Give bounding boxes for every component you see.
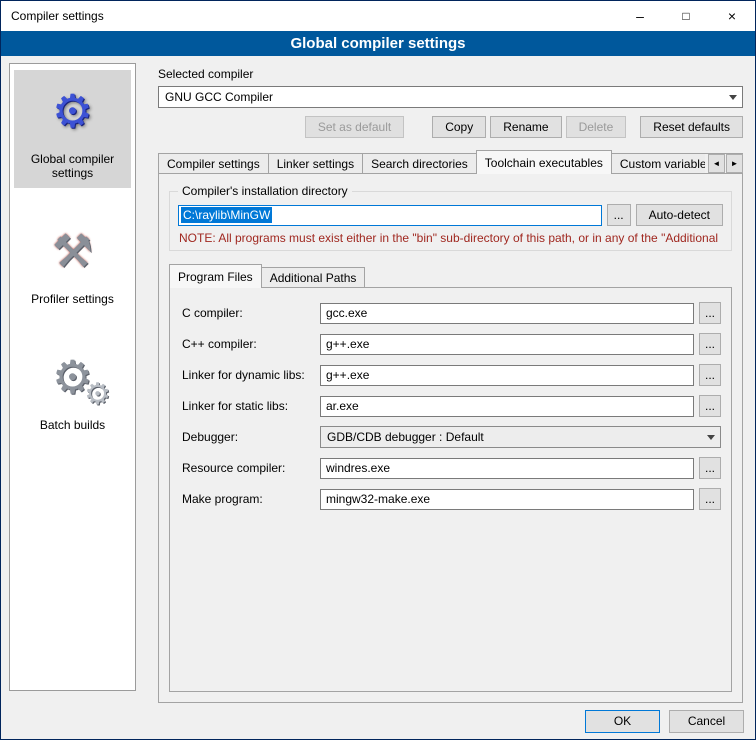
selected-compiler-label: Selected compiler [158, 67, 743, 81]
sidebar-item-profiler-settings[interactable]: ⚒ Profiler settings [14, 210, 131, 314]
settings-tabbar: Compiler settings Linker settings Search… [158, 150, 743, 174]
field-row-dynamic-linker: Linker for dynamic libs: ... [182, 364, 721, 386]
tab-additional-paths[interactable]: Additional Paths [261, 267, 366, 288]
compiler-actions: Set as default Copy Rename Delete Reset … [158, 116, 743, 138]
tab-scroll-right-icon[interactable]: ► [726, 154, 743, 173]
resource-compiler-label: Resource compiler: [182, 461, 320, 475]
tab-compiler-settings[interactable]: Compiler settings [158, 153, 269, 174]
delete-button[interactable]: Delete [566, 116, 627, 138]
field-row-debugger: Debugger: GDB/CDB debugger : Default [182, 426, 721, 448]
install-dir-row: C:\raylib\MinGW ... Auto-detect [178, 204, 723, 226]
install-dir-groupbox: Compiler's installation directory C:\ray… [169, 184, 732, 251]
field-row-make-program: Make program: ... [182, 488, 721, 510]
settings-sidebar: ⚙ Global compiler settings ⚒ Profiler se… [9, 63, 136, 691]
install-dir-selected-text: C:\raylib\MinGW [181, 207, 272, 223]
dynamic-linker-input[interactable] [320, 365, 694, 386]
gear-blue-icon: ⚙ [16, 80, 129, 146]
set-as-default-button[interactable]: Set as default [305, 116, 404, 138]
chevron-down-icon [702, 427, 720, 447]
browse-resource-compiler-button[interactable]: ... [699, 457, 721, 479]
tab-program-files[interactable]: Program Files [169, 264, 262, 288]
window-title: Compiler settings [11, 9, 104, 23]
titlebar: Compiler settings – □ × [1, 1, 755, 31]
browse-cpp-compiler-button[interactable]: ... [699, 333, 721, 355]
debugger-select-value: GDB/CDB debugger : Default [327, 430, 702, 444]
static-linker-input[interactable] [320, 396, 694, 417]
browse-static-linker-button[interactable]: ... [699, 395, 721, 417]
make-program-label: Make program: [182, 492, 320, 506]
cpp-compiler-label: C++ compiler: [182, 337, 320, 351]
tab-scroll-left-icon[interactable]: ◄ [708, 154, 725, 173]
compiler-settings-window: Compiler settings – □ × Global compiler … [0, 0, 756, 740]
stacked-gears-icon-small: ⚙ [84, 364, 111, 426]
minimize-button[interactable]: – [617, 1, 663, 31]
dynamic-linker-label: Linker for dynamic libs: [182, 368, 320, 382]
sidebar-item-global-compiler-settings[interactable]: ⚙ Global compiler settings [14, 70, 131, 188]
tab-search-directories[interactable]: Search directories [362, 153, 477, 174]
cpp-compiler-input[interactable] [320, 334, 694, 355]
chevron-down-icon [724, 87, 742, 107]
c-compiler-input[interactable] [320, 303, 694, 324]
static-linker-label: Linker for static libs: [182, 399, 320, 413]
field-row-static-linker: Linker for static libs: ... [182, 395, 721, 417]
c-compiler-label: C compiler: [182, 306, 320, 320]
field-row-c-compiler: C compiler: ... [182, 302, 721, 324]
sidebar-item-batch-builds[interactable]: ⚙⚙ Batch builds [14, 336, 131, 440]
copy-button[interactable]: Copy [432, 116, 486, 138]
install-dir-input[interactable]: C:\raylib\MinGW [178, 205, 602, 226]
field-row-resource-compiler: Resource compiler: ... [182, 457, 721, 479]
program-files-tabbar: Program Files Additional Paths [167, 265, 734, 288]
dialog-footer: OK Cancel [1, 703, 755, 739]
compiler-select[interactable]: GNU GCC Compiler [158, 86, 743, 108]
tab-scroll-controls: ◄ ► [705, 154, 743, 173]
sidebar-item-label: Profiler settings [16, 292, 129, 306]
resource-compiler-input[interactable] [320, 458, 694, 479]
note-text: NOTE: All programs must exist either in … [179, 231, 723, 245]
tab-linker-settings[interactable]: Linker settings [268, 153, 363, 174]
maximize-button[interactable]: □ [663, 1, 709, 31]
auto-detect-button[interactable]: Auto-detect [636, 204, 723, 226]
tab-toolchain-executables[interactable]: Toolchain executables [476, 150, 612, 174]
sidebar-item-label: Batch builds [16, 418, 129, 432]
main-panel: Selected compiler GNU GCC Compiler Set a… [146, 63, 747, 703]
browse-c-compiler-button[interactable]: ... [699, 302, 721, 324]
compiler-select-value: GNU GCC Compiler [165, 90, 724, 104]
profiler-tool-icon: ⚒ [16, 220, 129, 286]
ok-button[interactable]: OK [585, 710, 660, 733]
browse-install-dir-button[interactable]: ... [607, 204, 631, 226]
browse-make-program-button[interactable]: ... [699, 488, 721, 510]
stacked-gears-icon: ⚙⚙ [16, 346, 129, 412]
install-dir-group-title: Compiler's installation directory [178, 184, 352, 198]
reset-defaults-button[interactable]: Reset defaults [640, 116, 743, 138]
debugger-select[interactable]: GDB/CDB debugger : Default [320, 426, 721, 448]
field-row-cpp-compiler: C++ compiler: ... [182, 333, 721, 355]
browse-dynamic-linker-button[interactable]: ... [699, 364, 721, 386]
debugger-label: Debugger: [182, 430, 320, 444]
make-program-input[interactable] [320, 489, 694, 510]
toolchain-executables-page: Compiler's installation directory C:\ray… [158, 173, 743, 703]
program-files-page: C compiler: ... C++ compiler: ... Linker… [169, 287, 732, 692]
banner-title: Global compiler settings [1, 31, 755, 56]
window-controls: – □ × [617, 1, 755, 31]
cancel-button[interactable]: Cancel [669, 710, 744, 733]
rename-button[interactable]: Rename [490, 116, 561, 138]
close-button[interactable]: × [709, 1, 755, 31]
sidebar-item-label: Global compiler settings [16, 152, 129, 180]
